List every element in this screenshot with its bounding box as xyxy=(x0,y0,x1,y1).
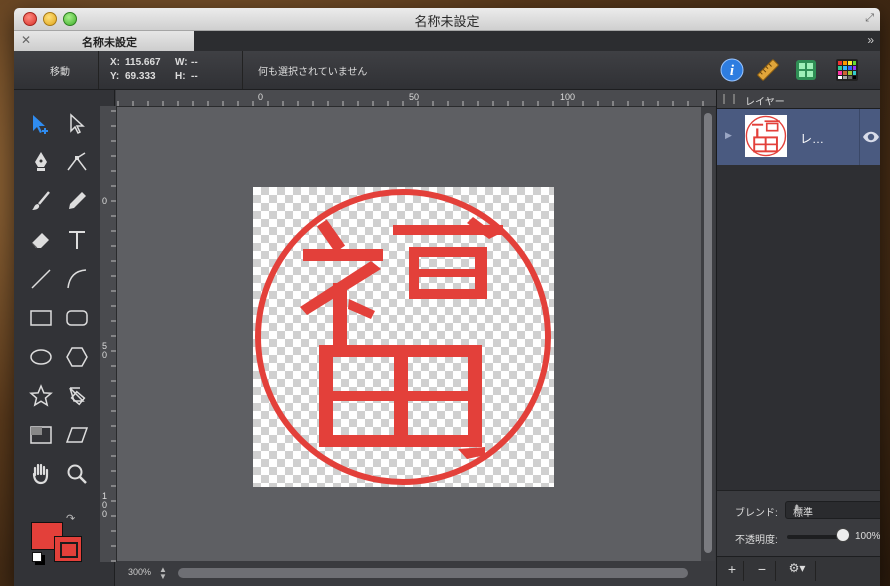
x-label: X: xyxy=(110,57,120,68)
ruler-label: 50 xyxy=(102,341,108,360)
star-tool[interactable] xyxy=(27,382,55,410)
ruler-label: 100 xyxy=(560,92,576,102)
pen-tool[interactable] xyxy=(27,148,55,176)
vertical-scrollbar[interactable] xyxy=(701,107,715,561)
tab-bar: ✕ 名称未設定 » xyxy=(14,31,880,51)
layers-panel-title: レイヤー xyxy=(745,97,785,108)
ruler-label: 100 xyxy=(102,491,108,519)
layers-footer: + − ⚙▾ xyxy=(717,556,880,586)
horizontal-ruler: 0 50 100 xyxy=(116,90,716,107)
blend-mode-select[interactable]: 標準 ⬍ xyxy=(785,501,880,519)
drag-handle-icon[interactable] xyxy=(723,94,735,104)
ruler-label: 0 xyxy=(102,196,108,206)
canvas-status-bar: 300% ▲ ▼ xyxy=(116,562,702,586)
line-tool[interactable] xyxy=(27,265,55,293)
chevron-updown-icon: ⬍ xyxy=(793,503,801,513)
layer-name: レ… xyxy=(800,132,825,146)
tab-overflow-icon[interactable]: » xyxy=(867,33,874,47)
layers-panel: レイヤー ▶ レ… ブレンド: 標準 ⬍ 不透明度: 100% + − ⚙▾ xyxy=(716,90,880,586)
layer-row[interactable]: ▶ レ… xyxy=(717,109,880,165)
window-title: 名称未設定 xyxy=(414,14,480,29)
horizontal-scrollbar[interactable] xyxy=(178,568,688,578)
blend-label: ブレンド: xyxy=(735,508,778,519)
tab-document[interactable]: ✕ 名称未設定 xyxy=(14,31,194,51)
zoom-level[interactable]: 300% xyxy=(128,567,151,577)
zoom-tool[interactable] xyxy=(63,460,91,488)
tab-close-icon[interactable]: ✕ xyxy=(21,33,31,47)
x-value: 115.667 xyxy=(125,57,161,68)
disclosure-arrow-icon[interactable]: ▶ xyxy=(725,130,732,141)
hand-tool[interactable] xyxy=(27,460,55,488)
direct-select-tool[interactable] xyxy=(63,110,91,138)
opacity-slider[interactable] xyxy=(787,535,843,539)
title-bar: 名称未設定 ⤢ xyxy=(14,8,880,31)
opacity-label: 不透明度: xyxy=(735,535,778,546)
select-add-tool[interactable] xyxy=(27,110,55,138)
layer-visibility-toggle[interactable] xyxy=(859,109,880,165)
zoom-stepper-icon[interactable]: ▲ ▼ xyxy=(159,566,167,581)
selection-status: 何も選択されていません xyxy=(258,67,368,78)
h-value: -- xyxy=(191,71,198,82)
h-label: H: xyxy=(175,71,186,82)
skew-tool[interactable] xyxy=(63,421,91,449)
swap-colors-icon[interactable]: ↷ xyxy=(66,512,75,525)
default-colors-icon[interactable] xyxy=(32,552,42,562)
seal-artwork[interactable] xyxy=(253,187,554,487)
curve-tool[interactable] xyxy=(63,265,91,293)
grid-view-icon[interactable] xyxy=(794,58,818,82)
transform-tool[interactable] xyxy=(63,382,91,410)
hexagon-tool[interactable] xyxy=(63,343,91,371)
opacity-slider-knob[interactable] xyxy=(837,529,849,541)
fullscreen-icon[interactable]: ⤢ xyxy=(865,12,874,25)
stroke-color-swatch[interactable] xyxy=(54,536,82,562)
divider xyxy=(98,51,99,89)
brush-tool[interactable] xyxy=(27,187,55,215)
text-tool[interactable] xyxy=(63,226,91,254)
add-layer-button[interactable]: + xyxy=(721,561,744,581)
w-value: -- xyxy=(191,57,198,68)
eraser-tool[interactable] xyxy=(27,226,55,254)
tool-mode-label: 移動 xyxy=(50,67,70,78)
rounded-rectangle-tool[interactable] xyxy=(63,304,91,332)
y-value: 69.333 xyxy=(125,71,156,82)
y-label: Y: xyxy=(110,71,120,82)
ruler-label: 50 xyxy=(409,92,420,102)
color-palette-icon[interactable] xyxy=(835,58,859,82)
pencil-tool[interactable] xyxy=(63,187,91,215)
node-tool[interactable] xyxy=(63,148,91,176)
info-bar: 移動 X: 115.667 Y: 69.333 W: -- H: -- 何も選択… xyxy=(14,51,880,90)
opacity-value: 100% xyxy=(855,531,880,542)
info-icon[interactable]: i xyxy=(720,58,744,82)
layer-thumbnail xyxy=(745,115,787,157)
layer-options-gear-icon[interactable]: ⚙▾ xyxy=(779,561,816,581)
tab-label: 名称未設定 xyxy=(82,37,137,49)
ruler-icon[interactable] xyxy=(756,58,780,82)
ellipse-tool[interactable] xyxy=(27,343,55,371)
canvas-area[interactable] xyxy=(117,107,701,561)
w-label: W: xyxy=(175,57,188,68)
layer-properties: ブレンド: 標準 ⬍ 不透明度: 100% xyxy=(717,490,880,557)
artboard[interactable] xyxy=(253,187,554,487)
remove-layer-button[interactable]: − xyxy=(749,561,776,581)
scroll-thumb[interactable] xyxy=(704,113,712,553)
eye-icon[interactable] xyxy=(860,109,880,165)
layers-panel-header: レイヤー xyxy=(717,90,880,109)
divider xyxy=(242,51,243,89)
rectangle-tool[interactable] xyxy=(27,304,55,332)
crop-tool[interactable] xyxy=(27,421,55,449)
app-window: 名称未設定 ⤢ ✕ 名称未設定 » 移動 X: 115.667 Y: 69.33… xyxy=(14,8,880,586)
vertical-ruler: 0 50 100 xyxy=(100,106,117,562)
ruler-label: 0 xyxy=(258,92,264,102)
